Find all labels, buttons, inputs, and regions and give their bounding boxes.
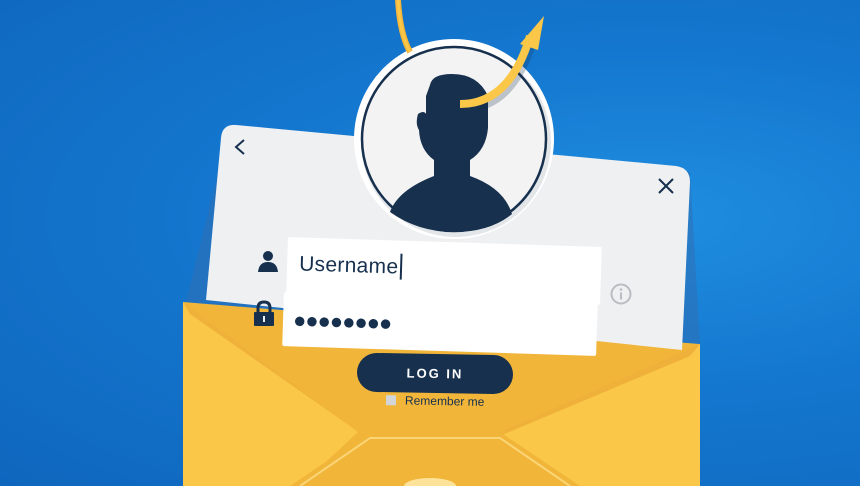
envelope-front [183, 302, 700, 486]
phishing-illustration: Username ●●●●●●●● LOG IN Remember me [0, 0, 860, 486]
